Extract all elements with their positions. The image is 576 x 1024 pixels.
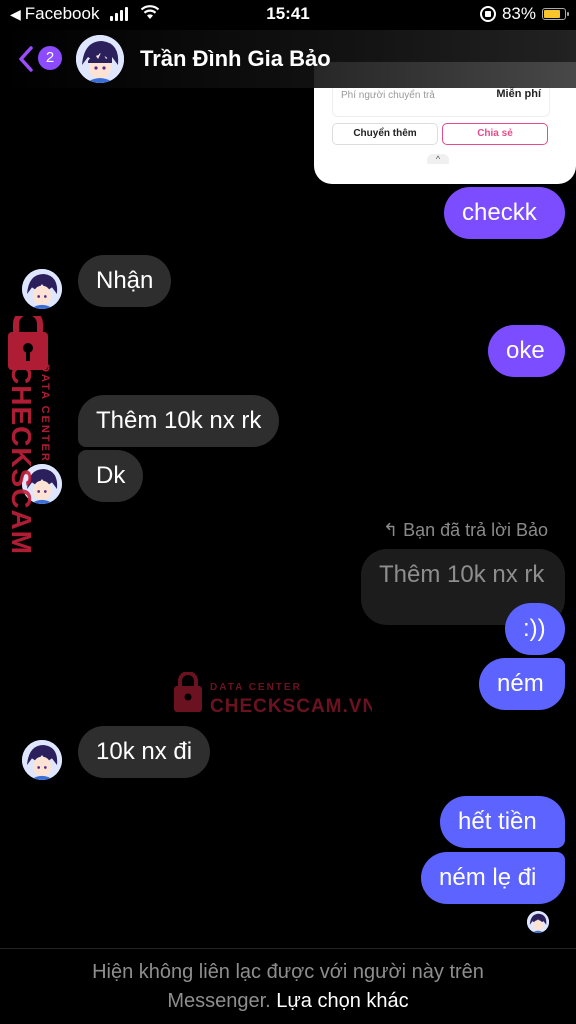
message-sent[interactable]: :)) bbox=[505, 603, 565, 655]
reply-indicator: ↰ Bạn đã trả lời Bảo bbox=[383, 520, 548, 541]
anime-avatar-icon bbox=[527, 911, 549, 933]
message-received[interactable]: Thêm 10k nx rk bbox=[78, 395, 280, 447]
fee-row: Phí người chuyển trả Miễn phí bbox=[332, 84, 550, 117]
share-button: Chia sẻ bbox=[442, 123, 548, 145]
chevron-up-icon: ^ bbox=[427, 154, 449, 164]
back-button[interactable] bbox=[16, 44, 36, 74]
message-received[interactable]: Dk bbox=[78, 450, 144, 502]
checkscam-watermark-side: CHECKSCAM.VN DATA CENTER bbox=[6, 316, 51, 556]
orientation-lock-icon bbox=[479, 6, 496, 22]
message-sent[interactable]: checkk bbox=[444, 187, 565, 239]
fee-label: Phí người chuyển trả bbox=[341, 90, 435, 101]
message-sent[interactable]: oke bbox=[488, 325, 565, 377]
contact-name[interactable]: Trần Đình Gia Bảo bbox=[140, 46, 331, 72]
footer-divider bbox=[0, 948, 576, 949]
anime-avatar-icon bbox=[76, 35, 124, 83]
unavailable-text-line2: Messenger. bbox=[167, 990, 271, 1012]
status-bar: ◀ Facebook 15:41 83% bbox=[0, 0, 576, 30]
unavailable-text-line1: Hiện không liên lạc được với người này t… bbox=[92, 961, 484, 983]
contact-avatar[interactable] bbox=[76, 35, 124, 83]
battery-icon bbox=[542, 8, 569, 20]
unread-count-badge: 2 bbox=[38, 46, 62, 70]
other-options-link[interactable]: Lựa chọn khác bbox=[276, 990, 408, 1012]
watermark-center-text: CHECKSCAM.VN bbox=[210, 696, 372, 716]
message-sent[interactable]: ném lẹ đi bbox=[421, 852, 565, 904]
chevron-left-icon bbox=[19, 46, 33, 72]
watermark-side-subtext: DATA CENTER bbox=[39, 364, 51, 463]
watermark-side-text: CHECKSCAM.VN bbox=[6, 364, 37, 556]
fee-value: Miễn phí bbox=[496, 88, 541, 100]
unavailable-notice: Hiện không liên lạc được với người này t… bbox=[0, 958, 576, 1016]
message-received[interactable]: Nhận bbox=[78, 255, 172, 307]
transfer-more-button: Chuyển thêm bbox=[332, 123, 438, 145]
battery-percentage: 83% bbox=[501, 4, 536, 23]
battery-level-fill bbox=[544, 10, 560, 18]
message-received[interactable]: 10k nx đi bbox=[78, 726, 211, 778]
reply-arrow-icon: ↰ bbox=[383, 520, 399, 540]
message-sent[interactable]: ném bbox=[479, 658, 565, 710]
anime-avatar-icon bbox=[22, 740, 62, 780]
message-sent[interactable]: hết tiền bbox=[440, 796, 565, 848]
chat-header: 2 Trần Đình Gia Bảo bbox=[0, 30, 576, 88]
contact-avatar-small[interactable] bbox=[22, 740, 62, 780]
watermark-center-subtext: DATA CENTER bbox=[210, 682, 302, 693]
messenger-chat-screen: ◀ Facebook 15:41 83% Phí người chuyển tr… bbox=[0, 0, 576, 1024]
anime-avatar-icon bbox=[22, 269, 62, 309]
reply-label-text: Bạn đã trả lời Bảo bbox=[403, 520, 548, 540]
seen-receipt-avatar bbox=[527, 911, 549, 933]
checkscam-watermark-center: DATA CENTER CHECKSCAM.VN bbox=[174, 672, 372, 716]
contact-avatar-small[interactable] bbox=[22, 269, 62, 309]
